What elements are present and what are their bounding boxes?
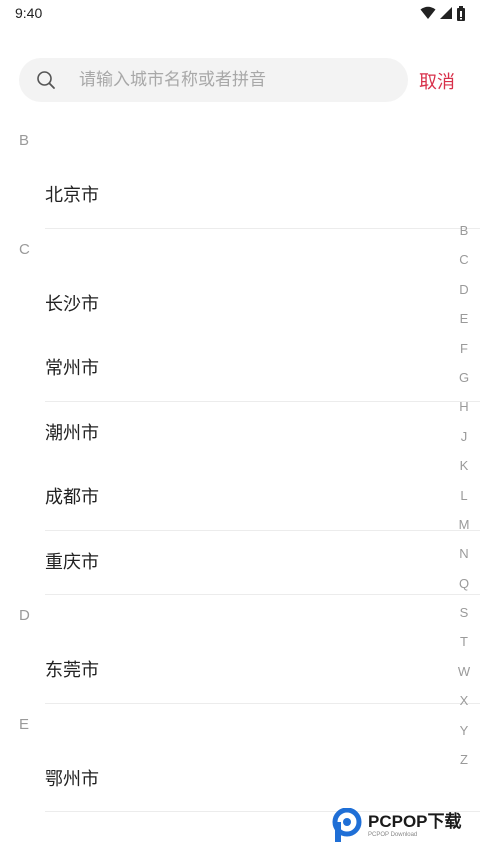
pcpop-logo-icon xyxy=(332,808,362,842)
watermark-text: PCPOP下载 PCPOP Download xyxy=(368,813,462,839)
index-letter-w[interactable]: W xyxy=(450,657,478,686)
index-letter-c[interactable]: C xyxy=(450,245,478,274)
section-header-d: D xyxy=(19,607,30,624)
search-icon xyxy=(37,71,55,89)
index-letter-q[interactable]: Q xyxy=(450,569,478,598)
index-letter-k[interactable]: K xyxy=(450,451,478,480)
wifi-icon xyxy=(420,6,436,19)
status-icons xyxy=(420,5,466,21)
section-header-e: E xyxy=(19,715,30,733)
index-letter-m[interactable]: M xyxy=(450,510,478,539)
index-letter-y[interactable]: Y xyxy=(450,716,478,745)
signal-icon xyxy=(440,7,452,19)
city-item[interactable]: 鄂州市 xyxy=(45,748,480,812)
city-item[interactable]: 北京市 xyxy=(45,164,480,229)
index-letter-x[interactable]: X xyxy=(450,686,478,715)
index-letter-l[interactable]: L xyxy=(450,481,478,510)
search-box[interactable] xyxy=(19,58,408,102)
city-item[interactable]: 潮州市 xyxy=(45,402,480,467)
battery-icon xyxy=(457,5,465,21)
city-item[interactable]: 常州市 xyxy=(45,337,480,402)
watermark-main: PCPOP下载 xyxy=(368,812,462,831)
section-header-b: B xyxy=(19,132,30,149)
status-time: 9:40 xyxy=(15,5,43,21)
index-letter-n[interactable]: N xyxy=(450,539,478,568)
search-input[interactable] xyxy=(79,58,399,102)
city-item[interactable]: 成都市 xyxy=(45,466,480,531)
watermark-sub: PCPOP Download xyxy=(368,832,418,838)
index-letter-h[interactable]: H xyxy=(450,392,478,421)
city-list[interactable]: B 北京市 C 长沙市 常州市 潮州市 成都市 重庆市 D 东莞市 E 鄂州市 xyxy=(0,120,480,812)
index-letter-e[interactable]: E xyxy=(450,304,478,333)
section-header-c: C xyxy=(19,240,30,258)
alphabet-index-bar[interactable]: B C D E F G H J K L M N Q S T W X Y Z xyxy=(450,216,478,774)
city-item[interactable]: 长沙市 xyxy=(45,273,480,338)
index-letter-z[interactable]: Z xyxy=(450,745,478,774)
index-letter-b[interactable]: B xyxy=(450,216,478,245)
status-bar: 9:40 xyxy=(0,0,480,28)
city-item[interactable]: 重庆市 xyxy=(45,531,480,595)
index-letter-s[interactable]: S xyxy=(450,598,478,627)
index-letter-f[interactable]: F xyxy=(450,334,478,363)
index-letter-t[interactable]: T xyxy=(450,627,478,656)
cancel-button[interactable]: 取消 xyxy=(419,66,467,96)
index-letter-j[interactable]: J xyxy=(450,422,478,451)
city-item[interactable]: 东莞市 xyxy=(45,639,480,704)
watermark: PCPOP下载 PCPOP Download xyxy=(332,806,462,846)
index-letter-d[interactable]: D xyxy=(450,275,478,304)
index-letter-g[interactable]: G xyxy=(450,363,478,392)
